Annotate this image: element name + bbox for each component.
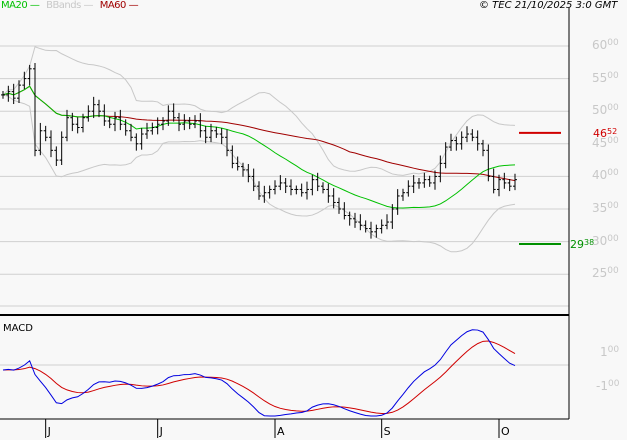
macd-title: MACD <box>3 323 33 334</box>
y-tick-label: 4500 <box>592 135 619 150</box>
y-tick-label: 3500 <box>592 201 619 215</box>
x-tick-label: O <box>501 425 510 438</box>
macd-tick-label: -100 <box>596 379 620 393</box>
macd-signal-line <box>2 340 516 414</box>
chart-canvas <box>0 8 570 438</box>
y-tick-label: 6000 <box>592 38 619 52</box>
macd-line <box>2 329 516 417</box>
bband-lower <box>2 94 516 253</box>
legend-ma20: MA20 — <box>1 0 40 11</box>
legend: MA20 — BBands — MA60 — <box>1 0 142 11</box>
x-tick-label: A <box>277 425 285 438</box>
support-label: 2938 <box>570 238 595 251</box>
x-tick-label: J <box>47 425 51 438</box>
y-tick-label: 5000 <box>592 103 619 118</box>
y-tick-label: 2500 <box>592 266 619 281</box>
y-tick-label: 4000 <box>592 168 619 183</box>
ma60-line <box>2 85 516 182</box>
legend-bbands: BBands — <box>46 0 94 11</box>
y-tick-label: 3000 <box>592 233 619 248</box>
x-tick-label: S <box>383 425 391 438</box>
credit: © TEC 21/10/2025 3:0 GMT <box>479 0 618 11</box>
x-tick-label: J <box>159 425 163 438</box>
macd-tick-label: 100 <box>600 345 620 359</box>
y-tick-label: 5500 <box>592 70 619 85</box>
chart: MA20 — BBands — MA60 — © TEC 21/10/2025 … <box>0 0 627 440</box>
legend-ma60: MA60 — <box>99 0 139 11</box>
